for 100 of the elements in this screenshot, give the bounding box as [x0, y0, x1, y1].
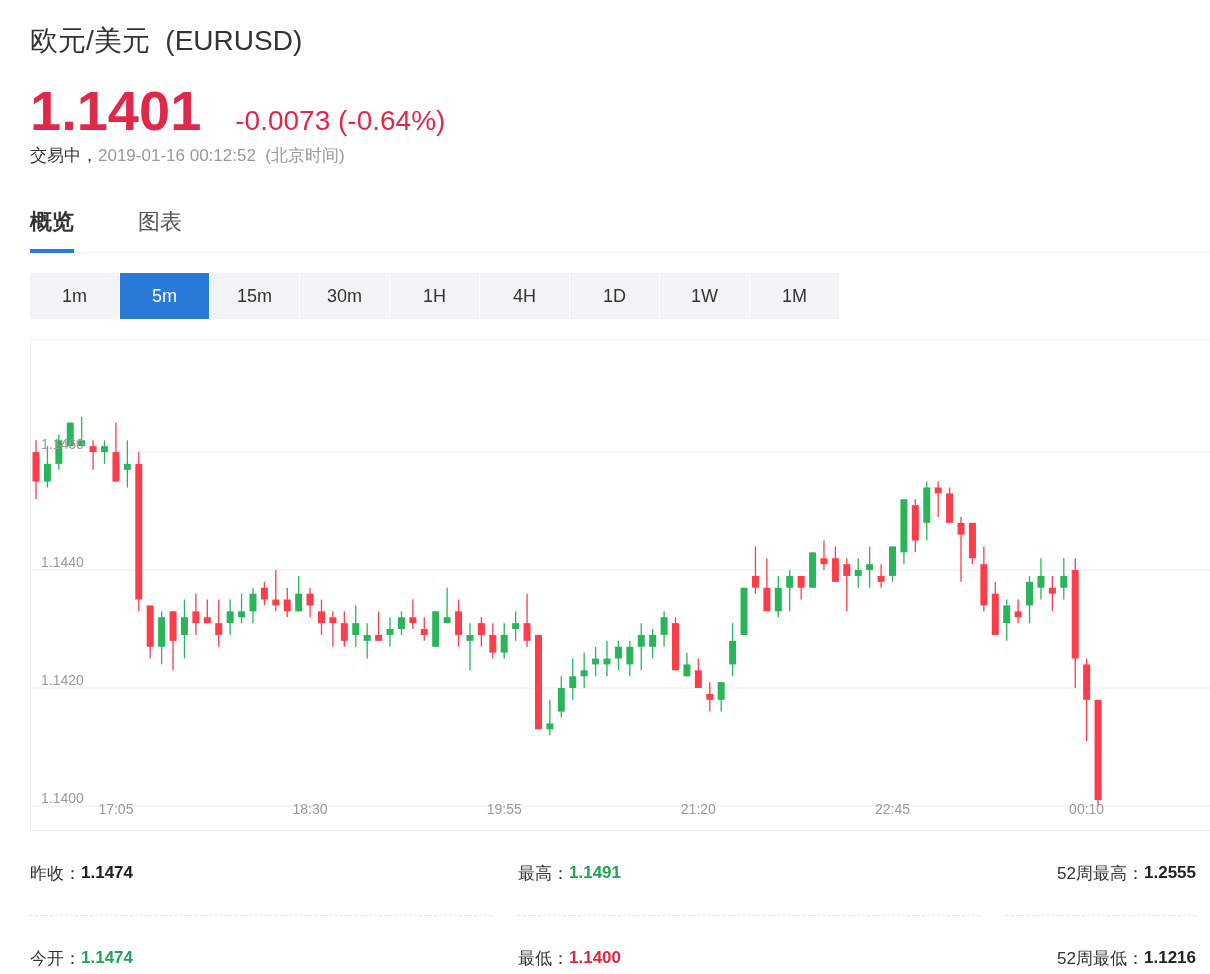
- interval-button[interactable]: 15m: [210, 273, 300, 319]
- candlestick: [946, 486, 954, 524]
- candlestick: [203, 598, 211, 624]
- candlestick: [603, 640, 611, 677]
- interval-button[interactable]: 1m: [30, 273, 120, 319]
- candlestick: [306, 587, 314, 618]
- candlestick: [592, 646, 600, 677]
- candlestick: [466, 622, 474, 671]
- candlestick: [523, 593, 531, 648]
- candlestick: [101, 439, 108, 465]
- stat-value: 1.1400: [569, 948, 621, 968]
- candlestick: [386, 616, 394, 648]
- candlestick: [843, 557, 851, 612]
- candlestick: [318, 598, 325, 636]
- candlestick: [797, 575, 805, 601]
- candlestick: [683, 652, 691, 677]
- candlestick: [329, 610, 337, 648]
- candlestick: [694, 657, 702, 689]
- interval-button[interactable]: 30m: [300, 273, 390, 319]
- x-axis-label: 22:45: [875, 801, 910, 817]
- candlestick: [363, 622, 371, 660]
- candlestick: [180, 598, 188, 660]
- candlestick: [672, 616, 679, 671]
- candlestick: [123, 439, 131, 489]
- candlestick: [957, 516, 965, 583]
- candlestick: [340, 610, 348, 648]
- candlestick: [763, 557, 771, 612]
- x-axis-label: 18:30: [292, 801, 328, 817]
- candlestick: [238, 593, 246, 624]
- candlestick: [980, 545, 988, 612]
- y-axis-label: 1.1440: [41, 554, 84, 571]
- candlestick: [900, 498, 908, 565]
- tab[interactable]: 概览: [30, 201, 74, 253]
- timestamp: 2019-01-16 00:12:52 (北京时间): [98, 146, 345, 165]
- interval-button[interactable]: 1M: [750, 273, 840, 319]
- candlestick: [1014, 598, 1022, 624]
- interval-button[interactable]: 4H: [480, 273, 570, 319]
- candlestick: [923, 480, 931, 542]
- instrument-title: 欧元/美元 (EURUSD): [30, 24, 304, 58]
- candlestick: [729, 622, 737, 677]
- candlestick: [831, 545, 839, 583]
- candlestick: [877, 563, 885, 589]
- candlestick: [774, 575, 782, 618]
- candlestick: [158, 610, 166, 666]
- candlestick: [375, 610, 383, 642]
- candlestick: [249, 587, 257, 624]
- candlestick: [352, 604, 360, 648]
- stat-label: 今开：: [30, 947, 81, 970]
- candlestick: [546, 699, 554, 736]
- candlestick: [889, 545, 896, 583]
- trading-status: 交易中，: [30, 146, 98, 165]
- candlestick: [1026, 575, 1034, 624]
- candlestick: [820, 539, 828, 571]
- candlestick: [717, 681, 725, 713]
- stat-label: 最低：: [518, 947, 569, 970]
- candlestick: [283, 587, 291, 618]
- candlestick: [215, 598, 223, 648]
- candlestick: [786, 569, 794, 612]
- stat-value: 1.2555: [1144, 863, 1196, 883]
- candlestick: [112, 421, 120, 483]
- candlestick: [614, 640, 622, 671]
- x-axis-label: 17:05: [98, 801, 134, 817]
- interval-button[interactable]: 5m: [120, 273, 210, 319]
- candlestick: [706, 681, 714, 713]
- candlestick: [226, 598, 234, 636]
- candlestick: [272, 569, 280, 612]
- candlestick: [432, 610, 440, 648]
- stat-label: 昨收：: [30, 862, 81, 885]
- candlestick: [740, 587, 748, 636]
- price: 1.1401: [30, 78, 202, 143]
- candlestick: [1003, 598, 1011, 642]
- candlestick: [637, 622, 645, 671]
- candlestick: [557, 675, 565, 719]
- candlestick: [911, 498, 919, 553]
- stat-value: 1.1216: [1144, 948, 1196, 968]
- stat-label: 52周最高：: [1057, 862, 1144, 885]
- candlestick: [580, 652, 588, 689]
- interval-button[interactable]: 1H: [390, 273, 480, 319]
- candlestick: [649, 628, 657, 660]
- candlestick: [1048, 575, 1056, 612]
- x-axis-label: 19:55: [486, 801, 522, 817]
- candlestick: [295, 575, 303, 612]
- candlestick: [89, 439, 97, 471]
- candlestick: [397, 610, 405, 636]
- candlestick: [409, 598, 417, 630]
- candlestick: [260, 581, 268, 607]
- tab[interactable]: 图表: [138, 201, 182, 253]
- candlestick: [809, 551, 817, 589]
- interval-button[interactable]: 1W: [660, 273, 750, 319]
- interval-button[interactable]: 1D: [570, 273, 660, 319]
- candlestick: [146, 604, 154, 660]
- candlestick: [751, 545, 759, 595]
- candlestick: [1037, 557, 1045, 601]
- candlestick: [854, 557, 862, 589]
- y-axis-label: 1.1420: [41, 672, 84, 689]
- candlestick: [489, 622, 497, 660]
- y-axis-label: 1.1400: [41, 790, 84, 806]
- candlestick: [192, 593, 200, 636]
- candlestick: [660, 610, 668, 648]
- candlestick: [991, 581, 999, 636]
